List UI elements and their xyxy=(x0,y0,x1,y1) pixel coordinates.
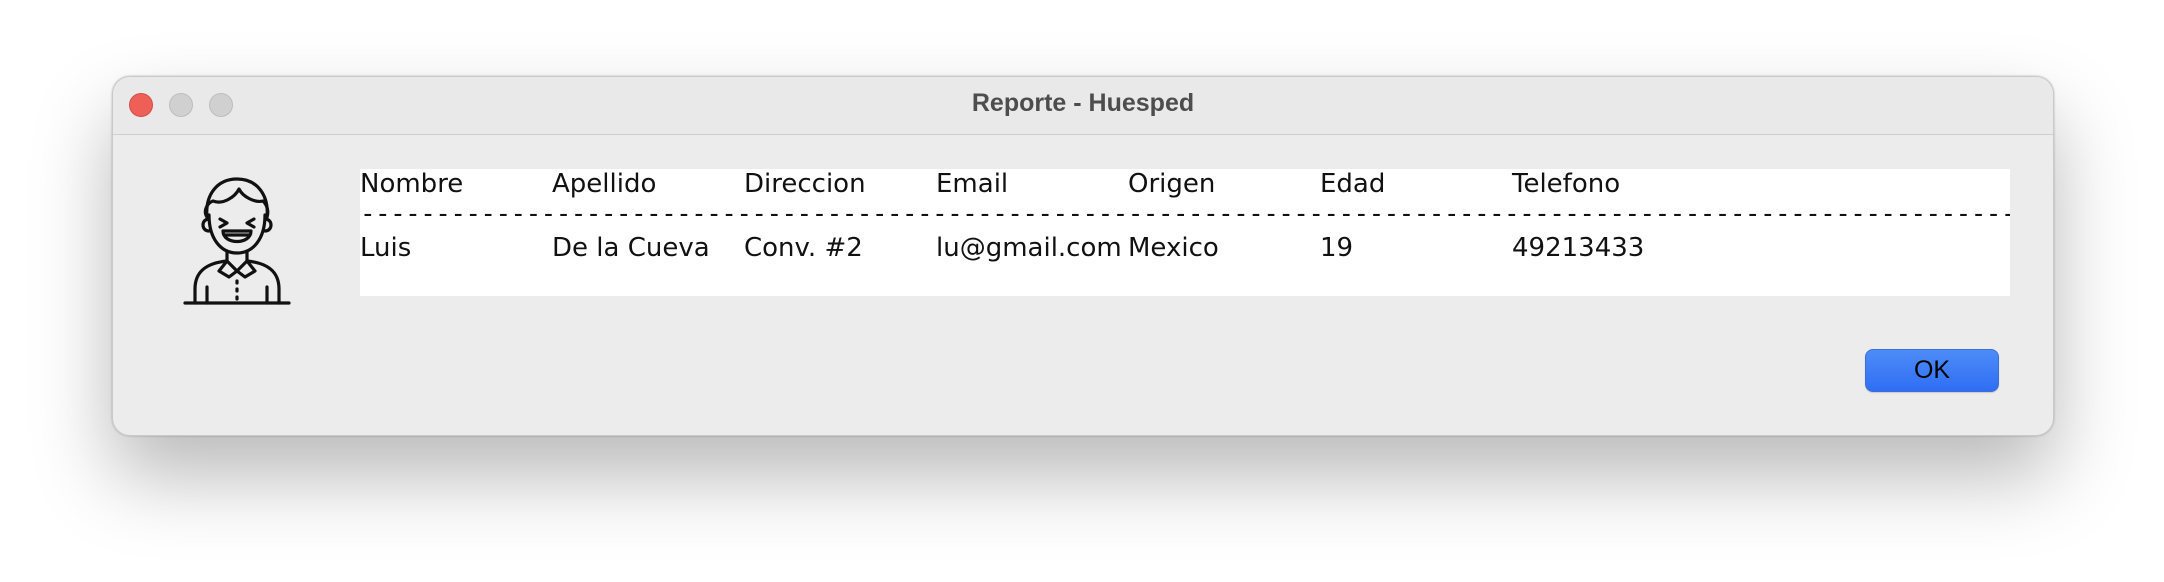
column-header-email: Email xyxy=(936,169,1009,199)
cell-apellido: De la Cueva xyxy=(552,233,710,263)
cell-edad: 19 xyxy=(1320,233,1354,263)
ok-button[interactable]: OK xyxy=(1865,349,1999,392)
header-divider: ----------------------------------------… xyxy=(360,199,2010,229)
table-row: Luis De la Cueva Conv. #2 lu@gmail.com M… xyxy=(360,233,2010,267)
column-header-apellido: Apellido xyxy=(552,169,657,199)
column-header-origen: Origen xyxy=(1128,169,1216,199)
table-header-row: Nombre Apellido Direccion Email Origen E… xyxy=(360,169,2010,203)
dialog-window: Reporte - Huesped Nombre Apellido Direcc… xyxy=(112,76,2054,436)
cell-email: lu@gmail.com xyxy=(936,233,1122,263)
column-header-nombre: Nombre xyxy=(360,169,464,199)
title-bar[interactable]: Reporte - Huesped xyxy=(113,77,2053,135)
cell-telefono: 49213433 xyxy=(1512,233,1645,263)
cell-origen: Mexico xyxy=(1128,233,1219,263)
column-header-telefono: Telefono xyxy=(1512,169,1621,199)
column-header-direccion: Direccion xyxy=(744,169,866,199)
cell-nombre: Luis xyxy=(360,233,412,263)
column-header-edad: Edad xyxy=(1320,169,1386,199)
cell-direccion: Conv. #2 xyxy=(744,233,863,263)
guest-report-table: Nombre Apellido Direccion Email Origen E… xyxy=(360,169,2010,296)
window-title: Reporte - Huesped xyxy=(971,89,1195,117)
smiling-person-icon xyxy=(177,167,297,307)
